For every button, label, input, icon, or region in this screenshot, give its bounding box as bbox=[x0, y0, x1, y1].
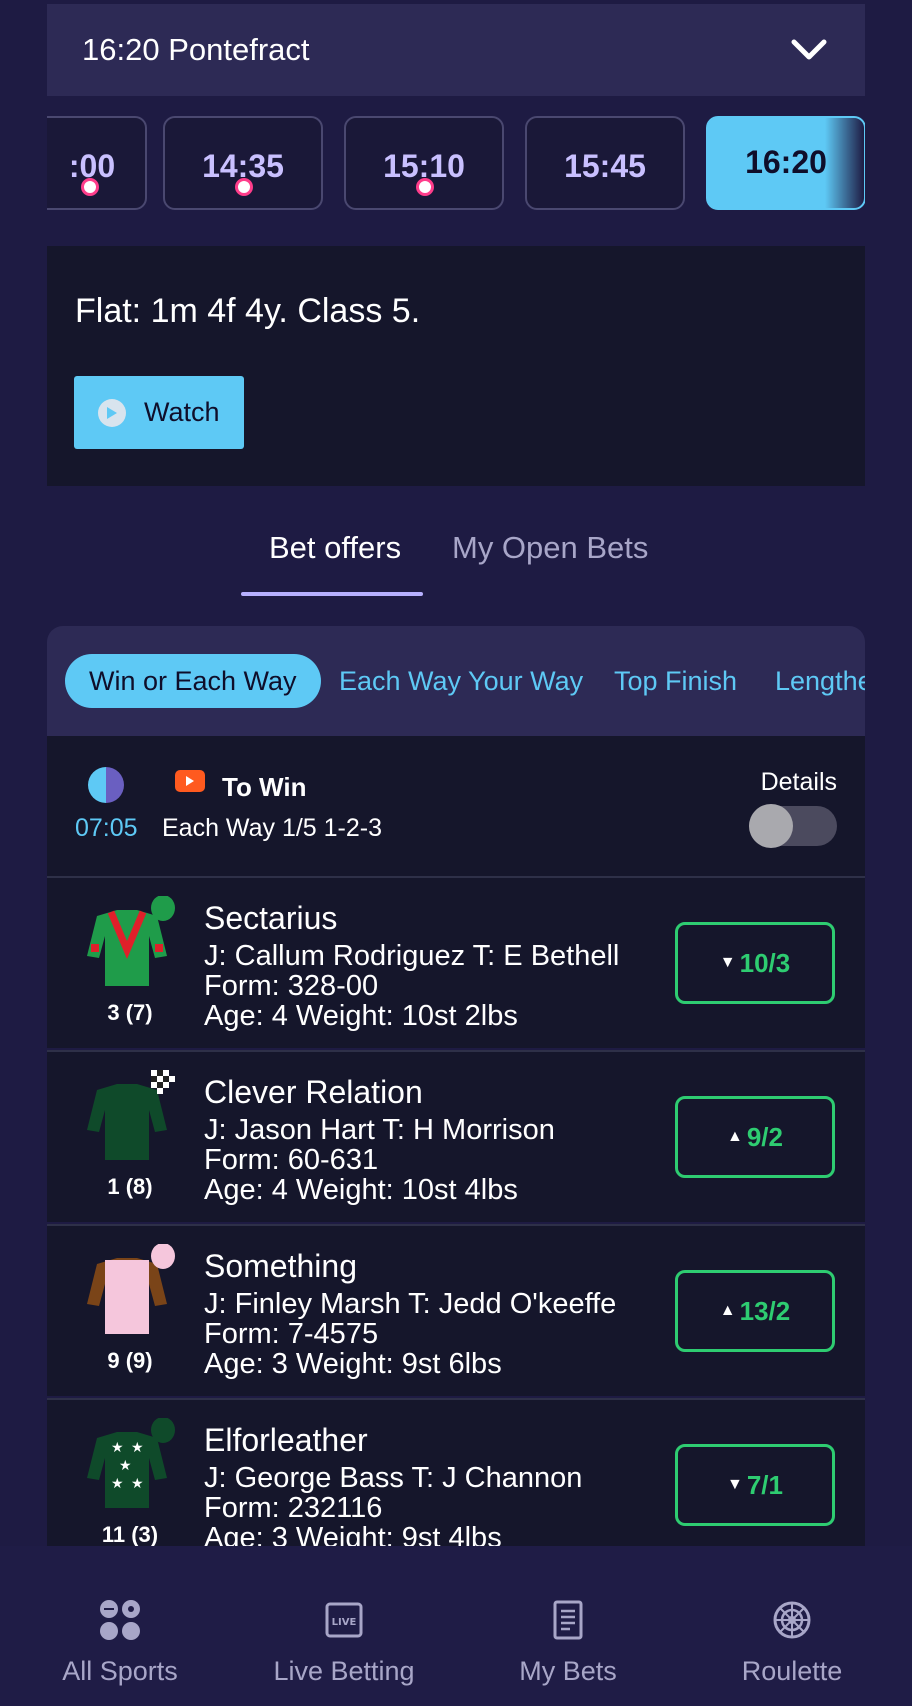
active-tab-indicator bbox=[241, 592, 423, 596]
svg-text:LIVE: LIVE bbox=[332, 1617, 357, 1628]
watch-label: Watch bbox=[144, 397, 220, 427]
runner-number: 1 (8) bbox=[107, 1174, 153, 1199]
runner-row: 1 (8) Clever Relation J: Jason Hart T: H… bbox=[47, 1050, 865, 1222]
runner-form: Form: 232116 bbox=[204, 1492, 383, 1524]
betslip-icon bbox=[546, 1598, 590, 1642]
nav-label: My Bets bbox=[519, 1656, 617, 1686]
runner-age-weight: Age: 4 Weight: 10st 2lbs bbox=[204, 1000, 518, 1032]
svg-text:★: ★ bbox=[131, 1476, 144, 1492]
odds-up-arrow-icon: ▲ bbox=[727, 1128, 743, 1145]
runner-row: 3 (7) Sectarius J: Callum Rodriguez T: E… bbox=[47, 876, 865, 1048]
countdown-clock-icon bbox=[88, 767, 124, 803]
all-sports-icon bbox=[98, 1598, 142, 1642]
nav-label: Roulette bbox=[741, 1656, 843, 1686]
watch-button[interactable]: Watch bbox=[74, 376, 244, 449]
details-toggle[interactable] bbox=[749, 804, 837, 848]
runner-age-weight: Age: 4 Weight: 10st 4lbs bbox=[204, 1174, 518, 1206]
runner-number: 11 (3) bbox=[101, 1522, 159, 1547]
jockey-silk-icon bbox=[77, 1243, 175, 1344]
race-time-pill[interactable]: :00 bbox=[47, 116, 147, 210]
odds-button[interactable]: ▲ 9/2 bbox=[675, 1096, 835, 1178]
live-dot-icon bbox=[416, 178, 434, 196]
market-header: 07:05 To Win Each Way 1/5 1-2-3 Details bbox=[47, 736, 865, 876]
svg-text:★: ★ bbox=[119, 1458, 132, 1474]
svg-text:★: ★ bbox=[111, 1440, 124, 1456]
live-dot-icon bbox=[81, 178, 99, 196]
odds-button[interactable]: ▲ 13/2 bbox=[675, 1270, 835, 1352]
countdown-time: 07:05 bbox=[75, 814, 138, 842]
market-chip-bar[interactable]: Win or Each Way Each Way Your Way Top Fi… bbox=[47, 626, 865, 736]
odds-button[interactable]: ▼ 10/3 bbox=[675, 922, 835, 1004]
each-way-terms: Each Way 1/5 1-2-3 bbox=[162, 814, 383, 842]
nav-roulette[interactable]: Roulette bbox=[678, 1546, 906, 1706]
race-description: Flat: 1m 4f 4y. Class 5. bbox=[75, 292, 421, 330]
runner-form: Form: 328-00 bbox=[204, 970, 379, 1002]
nav-live-betting[interactable]: LIVE Live Betting bbox=[230, 1546, 458, 1706]
market-chip-lengthe[interactable]: Lengthe bbox=[775, 666, 865, 697]
nav-label: Live Betting bbox=[273, 1656, 415, 1686]
market-chip-top-finish[interactable]: Top Finish bbox=[614, 666, 737, 697]
runner-form: Form: 60-631 bbox=[204, 1144, 379, 1176]
nav-my-bets[interactable]: My Bets bbox=[454, 1546, 682, 1706]
runner-name: Clever Relation bbox=[204, 1074, 423, 1110]
market-chip-each-way-your-way[interactable]: Each Way Your Way bbox=[339, 666, 583, 697]
runner-number: 3 (7) bbox=[107, 1000, 153, 1025]
market-title: To Win bbox=[222, 772, 307, 802]
roulette-icon bbox=[770, 1598, 814, 1642]
race-title: 16:20 Pontefract bbox=[82, 32, 310, 67]
svg-text:★: ★ bbox=[131, 1440, 144, 1456]
svg-text:★: ★ bbox=[111, 1476, 124, 1492]
race-time-pill[interactable]: 15:45 bbox=[525, 116, 685, 210]
tab-my-open-bets[interactable]: My Open Bets bbox=[452, 530, 648, 566]
runner-number: 9 (9) bbox=[107, 1348, 153, 1373]
race-time-pill[interactable]: 14:35 bbox=[163, 116, 323, 210]
runner-row: 9 (9) Something J: Finley Marsh T: Jedd … bbox=[47, 1224, 865, 1396]
odds-down-arrow-icon: ▼ bbox=[719, 954, 736, 971]
jockey-trainer: J: George Bass T: J Channon bbox=[204, 1462, 583, 1494]
race-time-pill[interactable]: 15:10 bbox=[344, 116, 504, 210]
jockey-silk-icon bbox=[77, 895, 175, 996]
play-icon bbox=[98, 398, 126, 427]
race-info-card: Flat: 1m 4f 4y. Class 5. Watch bbox=[47, 246, 865, 486]
market-chip-win-or-each-way[interactable]: Win or Each Way bbox=[65, 654, 321, 708]
nav-label: All Sports bbox=[62, 1656, 178, 1686]
race-selector[interactable]: 16:20 Pontefract bbox=[47, 4, 865, 96]
toggle-knob bbox=[749, 804, 793, 848]
race-time-pill-selected[interactable]: 16:20 bbox=[706, 116, 865, 210]
nav-all-sports[interactable]: All Sports bbox=[6, 1546, 234, 1706]
live-dot-icon bbox=[235, 178, 253, 196]
odds-button[interactable]: ▼ 7/1 bbox=[675, 1444, 835, 1526]
runner-form: Form: 7-4575 bbox=[204, 1318, 379, 1350]
details-label: Details bbox=[760, 768, 837, 796]
chevron-down-icon[interactable] bbox=[789, 30, 829, 70]
tab-bet-offers[interactable]: Bet offers bbox=[269, 530, 401, 566]
runner-name: Sectarius bbox=[204, 900, 338, 936]
live-icon: LIVE bbox=[322, 1598, 366, 1642]
odds-up-arrow-icon: ▲ bbox=[719, 1302, 736, 1319]
runner-row: ★ ★ ★ ★ ★ 11 (3) Elforleather J: George … bbox=[47, 1398, 865, 1554]
jockey-trainer: J: Jason Hart T: H Morrison bbox=[204, 1114, 555, 1146]
runner-name: Elforleather bbox=[204, 1422, 368, 1458]
jockey-trainer: J: Callum Rodriguez T: E Bethell bbox=[204, 940, 620, 972]
jockey-silk-icon bbox=[77, 1070, 175, 1170]
jockey-silk-icon: ★ ★ ★ ★ ★ bbox=[77, 1417, 175, 1518]
jockey-trainer: J: Finley Marsh T: Jedd O'keeffe bbox=[204, 1288, 617, 1320]
video-stream-icon bbox=[175, 770, 205, 792]
race-time-strip[interactable]: :00 14:35 15:10 15:45 16:20 bbox=[47, 116, 865, 212]
runner-age-weight: Age: 3 Weight: 9st 6lbs bbox=[204, 1348, 502, 1380]
odds-down-arrow-icon: ▼ bbox=[727, 1476, 743, 1493]
runner-name: Something bbox=[204, 1248, 357, 1284]
bottom-navigation: All Sports LIVE Live Betting My Bets Rou… bbox=[0, 1546, 912, 1706]
